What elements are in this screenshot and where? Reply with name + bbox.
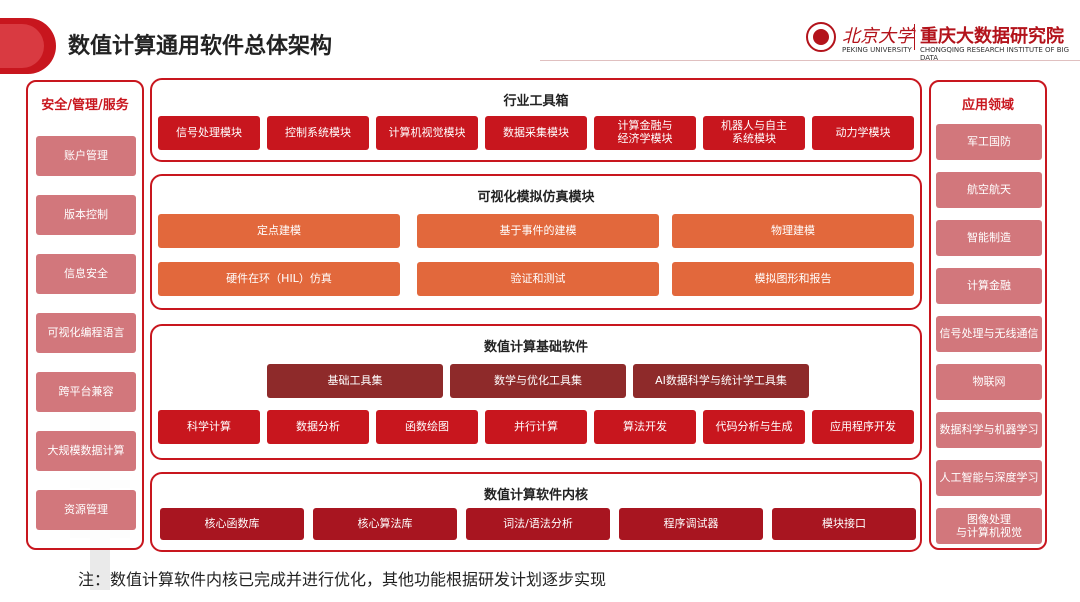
base-item: 函数绘图	[376, 410, 478, 444]
base-item: 并行计算	[485, 410, 587, 444]
right-item: 图像处理 与计算机视觉	[936, 508, 1042, 544]
toolbox-item: 动力学模块	[812, 116, 914, 150]
left-panel-title: 安全/管理/服务	[41, 98, 129, 113]
left-item: 账户管理	[36, 136, 136, 176]
simulation-item: 基于事件的建模	[417, 214, 659, 248]
kernel-item: 词法/语法分析	[466, 508, 610, 540]
base-item: 数据分析	[267, 410, 369, 444]
simulation-item: 验证和测试	[417, 262, 659, 296]
section-visual-simulation: 可视化模拟仿真模块 定点建模 基于事件的建模 物理建模 硬件在环（HIL）仿真 …	[150, 174, 922, 310]
base-item: 代码分析与生成	[703, 410, 805, 444]
right-panel-title: 应用领域	[961, 98, 1014, 113]
left-item: 信息安全	[36, 254, 136, 294]
base-item: 科学计算	[158, 410, 260, 444]
left-item: 版本控制	[36, 195, 136, 235]
right-item: 航空航天	[936, 172, 1042, 208]
toolbox-item: 计算机视觉模块	[376, 116, 478, 150]
toolset-item: 数学与优化工具集	[450, 364, 626, 398]
toolset-item: 基础工具集	[267, 364, 443, 398]
logo-pku-english: PEKING UNIVERSITY	[842, 46, 912, 54]
header-accent-shape	[0, 18, 56, 74]
toolbox-item: 计算金融与 经济学模块	[594, 116, 696, 150]
kernel-item: 模块接口	[772, 508, 916, 540]
section-title: 可视化模拟仿真模块	[477, 190, 595, 205]
logo-institute-english: CHONGQING RESEARCH INSTITUTE OF BIG DATA	[920, 46, 1070, 62]
section-title: 数值计算基础软件	[483, 340, 588, 355]
kernel-item: 核心算法库	[313, 508, 457, 540]
right-item: 军工国防	[936, 124, 1042, 160]
kernel-item: 核心函数库	[160, 508, 304, 540]
right-item: 信号处理与无线通信	[936, 316, 1042, 352]
base-item: 算法开发	[594, 410, 696, 444]
toolbox-item: 信号处理模块	[158, 116, 260, 150]
section-kernel: 数值计算软件内核 核心函数库 核心算法库 词法/语法分析 程序调试器 模块接口	[150, 472, 922, 552]
logo-institute-name: 重庆大数据研究院	[920, 26, 1064, 47]
toolbox-item: 控制系统模块	[267, 116, 369, 150]
simulation-item: 物理建模	[672, 214, 914, 248]
simulation-item: 硬件在环（HIL）仿真	[158, 262, 400, 296]
simulation-item: 模拟图形和报告	[672, 262, 914, 296]
right-item: 计算金融	[936, 268, 1042, 304]
toolbox-item: 数据采集模块	[485, 116, 587, 150]
simulation-item: 定点建模	[158, 214, 400, 248]
section-title: 行业工具箱	[503, 94, 569, 109]
left-item: 跨平台兼容	[36, 372, 136, 412]
kernel-item: 程序调试器	[619, 508, 763, 540]
logo-pku-name: 北京大学	[842, 26, 914, 47]
logo-divider	[914, 24, 915, 50]
right-item: 物联网	[936, 364, 1042, 400]
section-industry-toolbox: 行业工具箱 信号处理模块 控制系统模块 计算机视觉模块 数据采集模块 计算金融与…	[150, 78, 922, 162]
right-panel-application-fields: 应用领域 军工国防 航空航天 智能制造 计算金融 信号处理与无线通信 物联网 数…	[929, 80, 1047, 550]
right-item: 智能制造	[936, 220, 1042, 256]
section-base-software: 数值计算基础软件 基础工具集 数学与优化工具集 AI数据科学与统计学工具集 科学…	[150, 324, 922, 460]
left-item: 资源管理	[36, 490, 136, 530]
left-item: 大规模数据计算	[36, 431, 136, 471]
toolbox-item: 机器人与自主 系统模块	[703, 116, 805, 150]
pku-seal-logo	[806, 22, 836, 52]
toolset-item: AI数据科学与统计学工具集	[633, 364, 809, 398]
footnote: 注：数值计算软件内核已完成并进行优化，其他功能根据研发计划逐步实现	[78, 570, 607, 589]
base-item: 应用程序开发	[812, 410, 914, 444]
left-item: 可视化编程语言	[36, 313, 136, 353]
page-title: 数值计算通用软件总体架构	[68, 34, 333, 59]
right-item: 人工智能与深度学习	[936, 460, 1042, 496]
left-panel-security-management: 安全/管理/服务 账户管理 版本控制 信息安全 可视化编程语言 跨平台兼容 大规…	[26, 80, 144, 550]
right-item: 数据科学与机器学习	[936, 412, 1042, 448]
section-title: 数值计算软件内核	[483, 488, 588, 503]
